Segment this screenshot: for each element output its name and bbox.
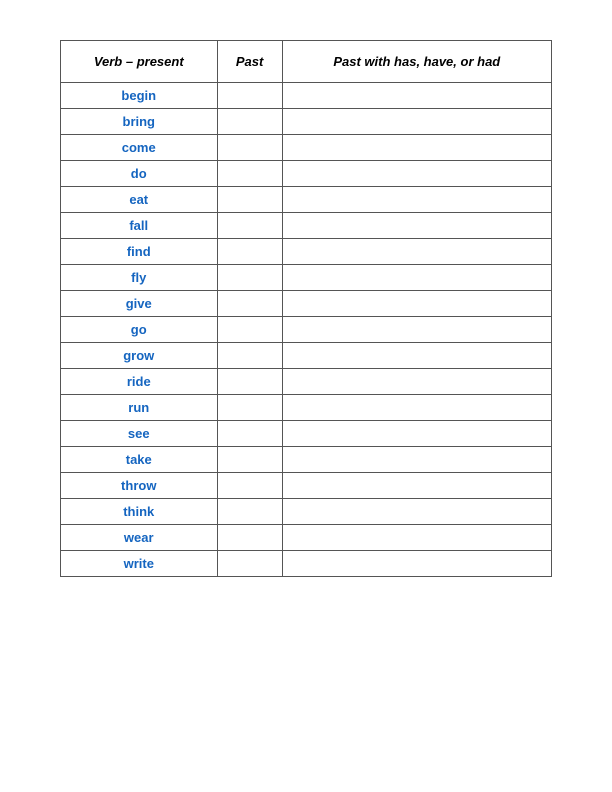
verb-table: Verb – present Past Past with has, have,… bbox=[60, 40, 552, 577]
verb-present-cell: bring bbox=[61, 109, 218, 135]
past-tense-cell[interactable] bbox=[217, 395, 282, 421]
past-with-has-cell[interactable] bbox=[282, 109, 551, 135]
table-row: come bbox=[61, 135, 552, 161]
table-row: find bbox=[61, 239, 552, 265]
past-with-has-cell[interactable] bbox=[282, 213, 551, 239]
verb-present-cell: begin bbox=[61, 83, 218, 109]
table-row: give bbox=[61, 291, 552, 317]
past-with-has-cell[interactable] bbox=[282, 135, 551, 161]
verb-present-cell: grow bbox=[61, 343, 218, 369]
verb-present-cell: do bbox=[61, 161, 218, 187]
header-past: Past bbox=[217, 41, 282, 83]
verb-present-cell: think bbox=[61, 499, 218, 525]
past-with-has-cell[interactable] bbox=[282, 291, 551, 317]
table-row: write bbox=[61, 551, 552, 577]
verb-present-cell: see bbox=[61, 421, 218, 447]
table-row: throw bbox=[61, 473, 552, 499]
table-row: wear bbox=[61, 525, 552, 551]
past-with-has-cell[interactable] bbox=[282, 525, 551, 551]
past-tense-cell[interactable] bbox=[217, 265, 282, 291]
table-row: eat bbox=[61, 187, 552, 213]
verb-present-cell: go bbox=[61, 317, 218, 343]
verb-present-cell: fly bbox=[61, 265, 218, 291]
table-row: bring bbox=[61, 109, 552, 135]
table-row: take bbox=[61, 447, 552, 473]
table-row: fall bbox=[61, 213, 552, 239]
verb-present-cell: wear bbox=[61, 525, 218, 551]
past-with-has-cell[interactable] bbox=[282, 317, 551, 343]
header-row: Verb – present Past Past with has, have,… bbox=[61, 41, 552, 83]
past-tense-cell[interactable] bbox=[217, 525, 282, 551]
past-tense-cell[interactable] bbox=[217, 473, 282, 499]
header-verb-present: Verb – present bbox=[61, 41, 218, 83]
past-with-has-cell[interactable] bbox=[282, 473, 551, 499]
past-tense-cell[interactable] bbox=[217, 239, 282, 265]
table-row: run bbox=[61, 395, 552, 421]
past-tense-cell[interactable] bbox=[217, 447, 282, 473]
verb-present-cell: eat bbox=[61, 187, 218, 213]
past-with-has-cell[interactable] bbox=[282, 187, 551, 213]
table-row: ride bbox=[61, 369, 552, 395]
past-tense-cell[interactable] bbox=[217, 213, 282, 239]
past-tense-cell[interactable] bbox=[217, 187, 282, 213]
past-tense-cell[interactable] bbox=[217, 499, 282, 525]
past-tense-cell[interactable] bbox=[217, 421, 282, 447]
past-with-has-cell[interactable] bbox=[282, 265, 551, 291]
verb-present-cell: run bbox=[61, 395, 218, 421]
past-with-has-cell[interactable] bbox=[282, 369, 551, 395]
verb-present-cell: give bbox=[61, 291, 218, 317]
table-row: begin bbox=[61, 83, 552, 109]
verb-present-cell: ride bbox=[61, 369, 218, 395]
table-row: fly bbox=[61, 265, 552, 291]
past-with-has-cell[interactable] bbox=[282, 499, 551, 525]
past-with-has-cell[interactable] bbox=[282, 421, 551, 447]
table-row: see bbox=[61, 421, 552, 447]
past-tense-cell[interactable] bbox=[217, 369, 282, 395]
past-tense-cell[interactable] bbox=[217, 83, 282, 109]
table-row: grow bbox=[61, 343, 552, 369]
past-tense-cell[interactable] bbox=[217, 343, 282, 369]
past-with-has-cell[interactable] bbox=[282, 395, 551, 421]
past-tense-cell[interactable] bbox=[217, 109, 282, 135]
past-with-has-cell[interactable] bbox=[282, 239, 551, 265]
verb-present-cell: throw bbox=[61, 473, 218, 499]
past-tense-cell[interactable] bbox=[217, 317, 282, 343]
table-row: go bbox=[61, 317, 552, 343]
verb-present-cell: take bbox=[61, 447, 218, 473]
past-with-has-cell[interactable] bbox=[282, 83, 551, 109]
verb-present-cell: fall bbox=[61, 213, 218, 239]
past-tense-cell[interactable] bbox=[217, 135, 282, 161]
table-row: do bbox=[61, 161, 552, 187]
verb-present-cell: find bbox=[61, 239, 218, 265]
table-row: think bbox=[61, 499, 552, 525]
past-with-has-cell[interactable] bbox=[282, 447, 551, 473]
worksheet-container: Verb – present Past Past with has, have,… bbox=[60, 40, 552, 577]
past-tense-cell[interactable] bbox=[217, 161, 282, 187]
header-past-with-has: Past with has, have, or had bbox=[282, 41, 551, 83]
past-tense-cell[interactable] bbox=[217, 551, 282, 577]
past-tense-cell[interactable] bbox=[217, 291, 282, 317]
verb-present-cell: write bbox=[61, 551, 218, 577]
past-with-has-cell[interactable] bbox=[282, 161, 551, 187]
past-with-has-cell[interactable] bbox=[282, 343, 551, 369]
verb-present-cell: come bbox=[61, 135, 218, 161]
past-with-has-cell[interactable] bbox=[282, 551, 551, 577]
